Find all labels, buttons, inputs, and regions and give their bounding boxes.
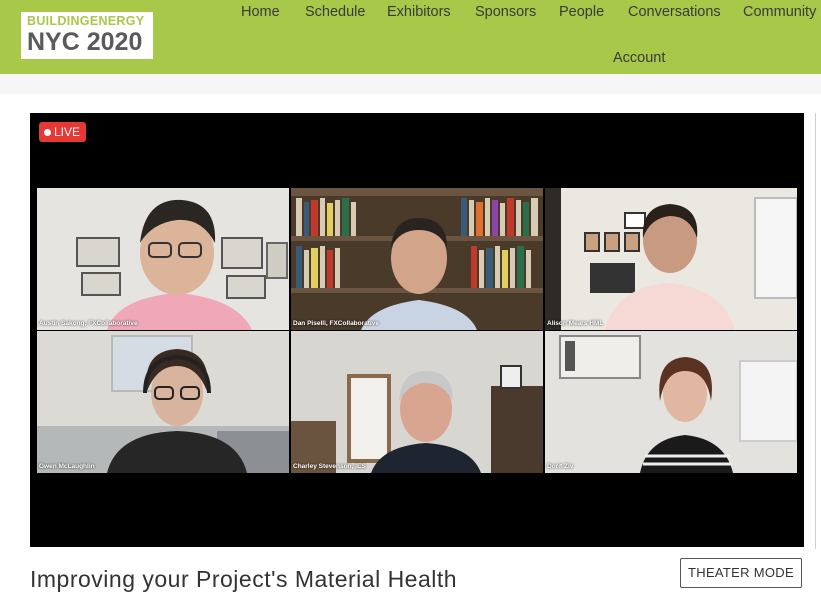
participant-video-4	[37, 331, 289, 473]
nav-schedule[interactable]: Schedule	[305, 4, 365, 20]
nav-conversations[interactable]: Conversations	[628, 4, 721, 20]
participant-name: Dan Piselli, FXCollaborative	[293, 320, 379, 327]
event-logo[interactable]: BUILDINGENERGY NYC 2020	[21, 12, 153, 59]
participant-video-1	[37, 188, 289, 330]
participant-tile-1: Austin Sakong, FXCollaborative	[37, 188, 289, 330]
participant-name: Charley Stevenson, IES	[293, 463, 366, 470]
session-title: Improving your Project's Material Health	[30, 566, 458, 592]
participant-video-5	[291, 331, 543, 473]
participant-name: Austin Sakong, FXCollaborative	[39, 320, 138, 327]
participant-tile-2: Dan Piselli, FXCollaborative	[291, 188, 543, 330]
nav-people[interactable]: People	[559, 4, 604, 20]
side-panel-edge	[815, 113, 821, 549]
participant-video-6	[545, 331, 797, 473]
participant-name: Gwen McLaughlin	[39, 463, 95, 470]
participant-video-2	[291, 188, 543, 330]
participant-name: Dorit Ziv	[547, 463, 574, 470]
site-header: BUILDINGENERGY NYC 2020 Home Schedule Ex…	[0, 0, 821, 74]
logo-line-1: BUILDINGENERGY	[27, 14, 145, 28]
nav-home[interactable]: Home	[241, 4, 280, 20]
participant-tile-4: Gwen McLaughlin	[37, 331, 289, 473]
live-label: LIVE	[54, 125, 81, 139]
live-dot-icon	[44, 129, 51, 136]
participant-tile-5: Charley Stevenson, IES	[291, 331, 543, 473]
nav-community[interactable]: Community	[743, 4, 816, 20]
live-badge: LIVE	[39, 122, 86, 142]
participant-video-3	[545, 188, 797, 330]
participant-tile-6: Dorit Ziv	[545, 331, 797, 473]
logo-line-2: NYC 2020	[27, 28, 143, 56]
nav-account[interactable]: Account	[613, 50, 665, 66]
nav-sponsors[interactable]: Sponsors	[475, 4, 536, 20]
nav-exhibitors[interactable]: Exhibitors	[387, 4, 451, 20]
video-player[interactable]	[30, 113, 804, 547]
sub-header-bar	[0, 74, 821, 94]
participant-tile-3: Alison Mears HML	[545, 188, 797, 330]
participant-name: Alison Mears HML	[547, 320, 604, 327]
theater-mode-button[interactable]: THEATER MODE	[680, 558, 802, 588]
